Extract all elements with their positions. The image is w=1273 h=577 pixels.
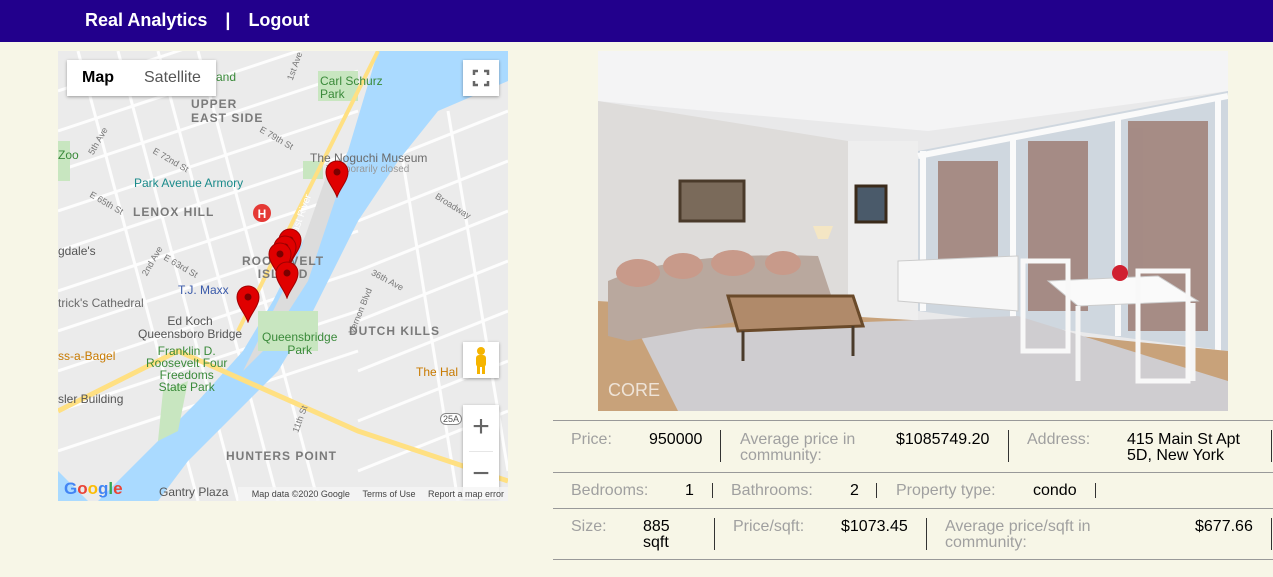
divider bbox=[712, 483, 713, 498]
divider bbox=[720, 430, 721, 462]
divider bbox=[714, 518, 715, 550]
property-type-value: condo bbox=[1033, 482, 1077, 499]
divider bbox=[876, 483, 877, 498]
address-label: Address: bbox=[1027, 431, 1091, 448]
zoom-control: + − bbox=[463, 405, 499, 499]
brand-link[interactable]: Real Analytics bbox=[85, 10, 207, 31]
price-per-sqft-value: $1073.45 bbox=[841, 518, 908, 535]
map-label: Zoo bbox=[58, 148, 79, 162]
map-label: trick's Cathedral bbox=[58, 296, 144, 310]
price-label: Price: bbox=[571, 431, 612, 448]
map-marker-pin[interactable] bbox=[325, 160, 349, 198]
fullscreen-icon bbox=[472, 69, 490, 87]
avg-price-label: Average price in community: bbox=[740, 431, 856, 464]
price-per-sqft-label: Price/sqft: bbox=[733, 518, 805, 535]
route-shield: 25A bbox=[440, 413, 463, 425]
svg-text:H: H bbox=[258, 207, 267, 221]
size-value: 885 sqft bbox=[643, 518, 670, 551]
map-label: Carl Schurz Park bbox=[320, 74, 383, 101]
map-label: gdale's bbox=[58, 244, 96, 258]
fullscreen-button[interactable] bbox=[463, 60, 499, 96]
report-error-link[interactable]: Report a map error bbox=[428, 489, 504, 499]
details-row: Bedrooms: 1 Bathrooms: 2 Property type: … bbox=[553, 472, 1273, 508]
zoom-in-button[interactable]: + bbox=[463, 405, 499, 451]
google-logo: Google bbox=[64, 479, 123, 498]
map-label: Gantry Plaza bbox=[159, 485, 229, 499]
living-room-image: CORE bbox=[598, 51, 1228, 411]
map-data-attribution: Map data ©2020 Google bbox=[251, 489, 350, 499]
bathrooms-label: Bathrooms: bbox=[731, 482, 813, 499]
map-label: Franklin D. Roosevelt Four Freedoms Stat… bbox=[146, 344, 228, 394]
listing-details: Price: 950000 Average price in community… bbox=[553, 420, 1273, 560]
divider bbox=[1271, 430, 1272, 462]
map-footer: Map data ©2020 Google Terms of Use Repor… bbox=[237, 487, 508, 501]
photo-watermark: CORE bbox=[608, 380, 660, 400]
bathrooms-value: 2 bbox=[850, 482, 859, 499]
details-row: Price: 950000 Average price in community… bbox=[553, 420, 1273, 472]
map-label: LENOX HILL bbox=[133, 205, 215, 219]
details-row: Size: 885 sqft Price/sqft: $1073.45 Aver… bbox=[553, 508, 1273, 560]
size-label: Size: bbox=[571, 518, 607, 535]
terms-link[interactable]: Terms of Use bbox=[362, 489, 415, 499]
map-label: The Hal bbox=[416, 365, 459, 379]
property-type-label: Property type: bbox=[896, 482, 996, 499]
map-marker-pin[interactable] bbox=[275, 261, 299, 299]
map-marker-pin[interactable] bbox=[236, 285, 260, 323]
map-type-control: Map Satellite bbox=[67, 60, 216, 96]
logout-link[interactable]: Logout bbox=[248, 10, 309, 31]
divider bbox=[1008, 430, 1009, 462]
address-value: 415 Main St Apt 5D, New York bbox=[1127, 431, 1240, 464]
google-map[interactable]: H UPPER EAST SIDE Carl Schurz Park and T… bbox=[58, 51, 508, 501]
avg-price-per-sqft-value: $677.66 bbox=[1195, 518, 1253, 535]
map-label: Ed Koch Queensboro Bridge bbox=[138, 314, 243, 341]
map-label: and bbox=[216, 70, 237, 84]
bedrooms-label: Bedrooms: bbox=[571, 482, 649, 499]
property-photo: CORE bbox=[598, 51, 1228, 411]
divider bbox=[1095, 483, 1096, 498]
avg-price-value: $1085749.20 bbox=[896, 431, 990, 448]
map-type-satellite-button[interactable]: Satellite bbox=[129, 60, 216, 96]
map-label: UPPER EAST SIDE bbox=[191, 97, 264, 125]
divider bbox=[1271, 518, 1272, 550]
bedrooms-value: 1 bbox=[685, 482, 694, 499]
map-label: Queensbridge Park bbox=[262, 330, 338, 357]
avg-price-per-sqft-label: Average price/sqft in community: bbox=[945, 518, 1091, 551]
map-label: ss-a-Bagel bbox=[58, 349, 116, 363]
map-label: T.J. Maxx bbox=[178, 283, 229, 297]
map-label: DUTCH KILLS bbox=[349, 324, 440, 338]
map-label: sler Building bbox=[58, 392, 124, 406]
nav-links: Real Analytics | Logout bbox=[85, 10, 309, 31]
divider bbox=[926, 518, 927, 550]
top-nav: Real Analytics | Logout bbox=[0, 0, 1273, 42]
map-label: Park Avenue Armory bbox=[134, 176, 244, 190]
nav-separator: | bbox=[225, 10, 231, 30]
pegman-icon bbox=[476, 347, 486, 374]
street-view-pegman-button[interactable] bbox=[463, 342, 499, 378]
map-type-map-button[interactable]: Map bbox=[67, 60, 129, 96]
map-label: HUNTERS POINT bbox=[226, 449, 338, 463]
price-value: 950000 bbox=[649, 431, 703, 448]
